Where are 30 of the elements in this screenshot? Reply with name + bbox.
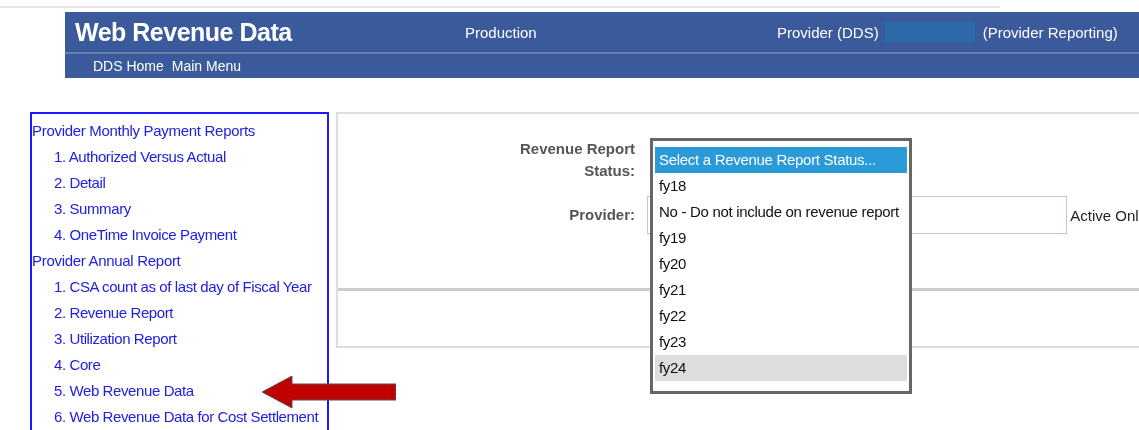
dropdown-option[interactable]: fy24	[655, 355, 907, 381]
environment-label: Production	[465, 23, 538, 41]
nav-link[interactable]: Main Menu	[171, 58, 242, 74]
menu-section-link[interactable]: Provider Monthly Payment Reports	[32, 118, 327, 144]
arrow-icon	[262, 376, 396, 408]
menu-item-link[interactable]: 1. Authorized Versus Actual	[32, 144, 226, 170]
menu-item-link[interactable]: 3. Summary	[32, 196, 131, 222]
menu-item-link[interactable]: 2. Detail	[32, 170, 106, 196]
menu-item-link[interactable]: 2. Revenue Report	[32, 300, 174, 326]
nav-link[interactable]: DDS Home	[93, 58, 164, 74]
menu-section-link[interactable]: Provider Annual Report	[32, 248, 327, 274]
menu-item-link[interactable]: 4. OneTime Invoice Payment	[32, 222, 237, 248]
checkbox-label: Active Onl	[1070, 206, 1139, 224]
dropdown-option[interactable]: fy23	[655, 329, 907, 355]
field-label: Provider:	[568, 205, 635, 225]
dropdown-option[interactable]: fy21	[655, 277, 907, 303]
provider-label: Provider (DDS)	[777, 23, 879, 41]
dropdown-option[interactable]: fy18	[655, 173, 907, 199]
role-label: (Provider Reporting)	[982, 23, 1118, 41]
dropdown-option[interactable]: fy22	[655, 303, 907, 329]
dropdown-option[interactable]: fy20	[655, 251, 907, 277]
menu-item-link[interactable]: 5. Web Revenue Data	[32, 378, 194, 404]
app-title: Web Revenue Data	[75, 17, 294, 47]
field-label: Revenue Report Status:	[518, 139, 635, 181]
menu-item-link[interactable]: 6. Web Revenue Data for Cost Settlement	[32, 404, 319, 430]
menu-item-link[interactable]: 4. Core	[32, 352, 101, 378]
menu-item-link[interactable]: 1. CSA count as of last day of Fiscal Year	[32, 274, 312, 300]
dropdown-option[interactable]: fy19	[655, 225, 907, 251]
dropdown-option[interactable]: No - Do not include on revenue report	[655, 199, 907, 225]
menu-item-link[interactable]: 3. Utilization Report	[32, 326, 177, 352]
